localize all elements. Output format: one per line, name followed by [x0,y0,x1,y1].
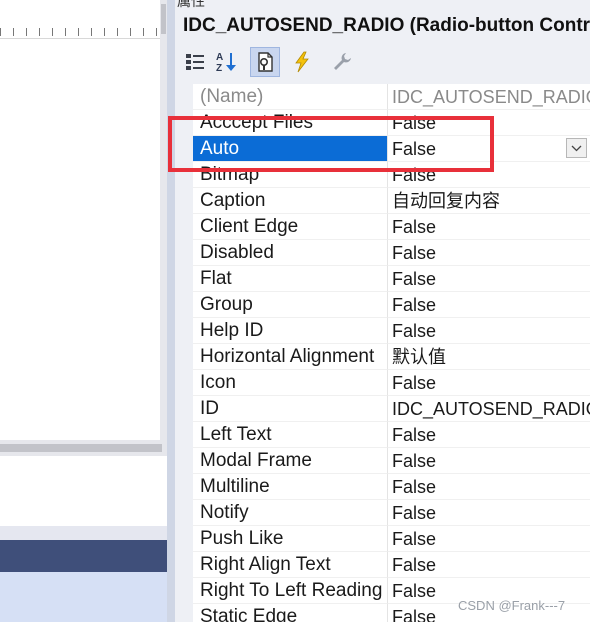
property-name: Icon [193,370,387,396]
property-row[interactable]: Push Like False [193,526,590,552]
property-value[interactable]: False [387,370,590,396]
property-row[interactable]: Client Edge False [193,214,590,240]
property-name: Static Edge [193,604,387,622]
property-name: Horizontal Alignment [193,344,387,370]
property-value[interactable]: False [387,240,590,266]
property-value[interactable]: False [387,292,590,318]
property-value[interactable]: False [387,266,590,292]
property-value[interactable]: 默认值 [387,344,590,370]
property-name: Left Text [193,422,387,448]
property-name: (Name) [193,84,387,110]
property-value[interactable]: 自动回复内容 [387,188,590,214]
property-row[interactable]: Caption 自动回复内容 [193,188,590,214]
object-selector[interactable]: IDC_AUTOSEND_RADIO (Radio-button Control… [175,8,590,44]
property-name: Caption [193,188,387,214]
property-value[interactable]: IDC_AUTOSEND_RADIO [387,396,590,422]
property-name: Disabled [193,240,387,266]
events-button[interactable] [287,47,317,77]
property-row[interactable]: Multiline False [193,474,590,500]
property-row[interactable]: Group False [193,292,590,318]
vertical-scrollbar[interactable] [160,0,167,440]
property-row[interactable]: Icon False [193,370,590,396]
property-row-selected[interactable]: Auto False [193,136,590,162]
property-row[interactable]: Left Text False [193,422,590,448]
property-name: Client Edge [193,214,387,240]
property-name: Modal Frame [193,448,387,474]
property-value[interactable]: False [387,448,590,474]
panel-tab-strip [0,526,167,540]
properties-page-icon [258,52,273,72]
property-name: ID [193,396,387,422]
property-value[interactable]: False [387,552,590,578]
property-value[interactable]: False [387,526,590,552]
designer-pane [0,0,167,622]
properties-titlebar: 属性 [175,0,590,8]
property-name: Right Align Text [193,552,387,578]
chevron-down-icon [571,145,582,151]
property-name: Group [193,292,387,318]
property-row[interactable]: Help ID False [193,318,590,344]
property-value[interactable]: False [387,136,590,162]
properties-window: 属性 IDC_AUTOSEND_RADIO (Radio-button Cont… [175,0,590,622]
pane-splitter[interactable] [167,0,175,622]
ruler [0,0,167,39]
scrollbar-thumb[interactable] [0,444,162,452]
property-row[interactable]: (Name) IDC_AUTOSEND_RADIO [193,84,590,110]
svg-text:A: A [216,52,223,63]
property-name: Help ID [193,318,387,344]
property-name: Notify [193,500,387,526]
property-name: Multiline [193,474,387,500]
svg-text:Z: Z [216,63,222,74]
property-value[interactable]: False [387,318,590,344]
property-value[interactable]: False [387,500,590,526]
ruler-ticks [0,28,160,36]
scrollbar-thumb[interactable] [161,4,166,34]
properties-button[interactable] [250,47,280,77]
output-panel-body [0,572,167,622]
horizontal-scrollbar[interactable] [0,440,167,456]
property-value: IDC_AUTOSEND_RADIO [387,84,590,110]
categorized-icon [186,54,204,70]
sort-az-icon: A Z [216,52,236,74]
property-row[interactable]: Bitmap False [193,162,590,188]
property-value[interactable]: False [387,214,590,240]
watermark: CSDN @Frank---7 [458,598,566,613]
property-row[interactable]: ID IDC_AUTOSEND_RADIO [193,396,590,422]
output-panel-header [0,540,167,572]
property-grid: (Name) IDC_AUTOSEND_RADIO Acccept Files … [193,84,590,622]
property-row[interactable]: Right Align Text False [193,552,590,578]
property-name: Right To Left Reading Order [193,578,387,604]
property-name: Push Like [193,526,387,552]
property-name: Auto [193,136,387,162]
wrench-icon [334,53,351,70]
property-pages-button[interactable] [327,47,357,77]
value-dropdown-button[interactable] [566,138,587,158]
alphabetical-button[interactable]: A Z [212,47,242,77]
categorized-button[interactable] [180,47,210,77]
property-value[interactable]: False [387,110,590,136]
property-row[interactable]: Notify False [193,500,590,526]
property-value-text: False [392,139,437,159]
grid-gutter [175,84,193,622]
property-row[interactable]: Flat False [193,266,590,292]
property-value[interactable]: False [387,162,590,188]
properties-toolbar: A Z [175,44,590,82]
property-name: Acccept Files [193,110,387,136]
property-name: Bitmap [193,162,387,188]
property-row[interactable]: Disabled False [193,240,590,266]
property-row[interactable]: Acccept Files False [193,110,590,136]
property-row[interactable]: Horizontal Alignment 默认值 [193,344,590,370]
property-name: Flat [193,266,387,292]
lightning-icon [295,51,309,73]
properties-title: 属性 [177,0,205,8]
property-value[interactable]: False [387,422,590,448]
property-row[interactable]: Modal Frame False [193,448,590,474]
property-value[interactable]: False [387,474,590,500]
